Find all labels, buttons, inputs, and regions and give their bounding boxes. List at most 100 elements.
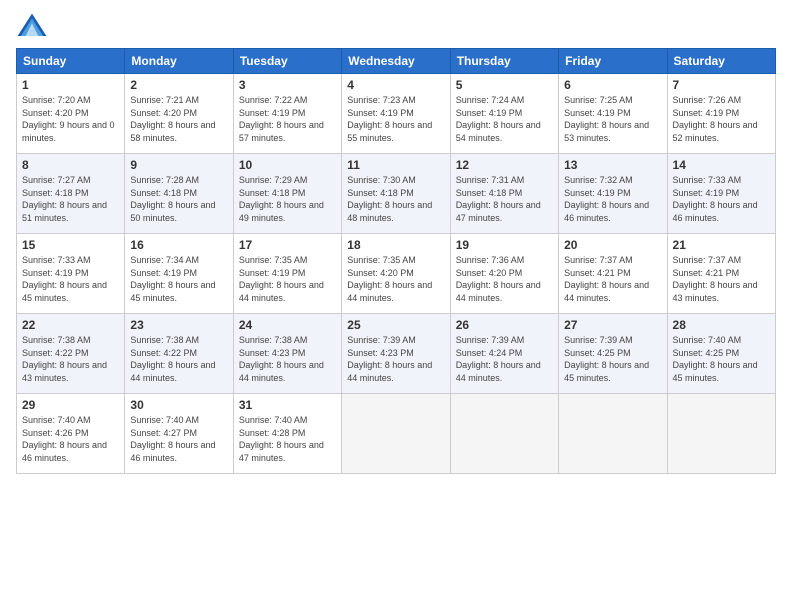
day-number: 22 [22, 318, 119, 332]
week-row-5: 29 Sunrise: 7:40 AMSunset: 4:26 PMDayligh… [17, 394, 776, 474]
cell-details: Sunrise: 7:33 AMSunset: 4:19 PMDaylight:… [22, 255, 107, 303]
day-number: 24 [239, 318, 336, 332]
cell-details: Sunrise: 7:39 AMSunset: 4:24 PMDaylight:… [456, 335, 541, 383]
day-header-thursday: Thursday [450, 49, 558, 74]
logo [16, 12, 52, 40]
cell-details: Sunrise: 7:40 AMSunset: 4:25 PMDaylight:… [673, 335, 758, 383]
day-number: 28 [673, 318, 770, 332]
calendar-cell: 22Sunrise: 7:38 AMSunset: 4:22 PMDayligh… [17, 314, 125, 394]
calendar-cell: 9 Sunrise: 7:28 AMSunset: 4:18 PMDaylight… [125, 154, 233, 234]
calendar-cell: 18 Sunrise: 7:35 AMSunset: 4:20 PMDayligh… [342, 234, 450, 314]
calendar-table: SundayMondayTuesdayWednesdayThursdayFrid… [16, 48, 776, 474]
day-number: 23 [130, 318, 227, 332]
calendar-cell: 8 Sunrise: 7:27 AMSunset: 4:18 PMDaylight… [17, 154, 125, 234]
day-number: 20 [564, 238, 661, 252]
cell-details: Sunrise: 7:24 AMSunset: 4:19 PMDaylight:… [456, 95, 541, 143]
day-number: 18 [347, 238, 444, 252]
day-number: 19 [456, 238, 553, 252]
calendar-cell: 16 Sunrise: 7:34 AMSunset: 4:19 PMDayligh… [125, 234, 233, 314]
day-number: 30 [130, 398, 227, 412]
cell-details: Sunrise: 7:33 AMSunset: 4:19 PMDaylight:… [673, 175, 758, 223]
day-number: 1 [22, 78, 119, 92]
day-number: 7 [673, 78, 770, 92]
calendar-cell: 14 Sunrise: 7:33 AMSunset: 4:19 PMDayligh… [667, 154, 775, 234]
calendar-cell: 12 Sunrise: 7:31 AMSunset: 4:18 PMDayligh… [450, 154, 558, 234]
cell-details: Sunrise: 7:30 AMSunset: 4:18 PMDaylight:… [347, 175, 432, 223]
cell-details: Sunrise: 7:38 AMSunset: 4:22 PMDaylight:… [130, 335, 215, 383]
day-number: 14 [673, 158, 770, 172]
calendar-cell: 5 Sunrise: 7:24 AMSunset: 4:19 PMDaylight… [450, 74, 558, 154]
calendar-cell: 24 Sunrise: 7:38 AMSunset: 4:23 PMDayligh… [233, 314, 341, 394]
header [16, 12, 776, 40]
calendar-cell: 11 Sunrise: 7:30 AMSunset: 4:18 PMDayligh… [342, 154, 450, 234]
calendar-cell: 27 Sunrise: 7:39 AMSunset: 4:25 PMDayligh… [559, 314, 667, 394]
day-number: 29 [22, 398, 119, 412]
cell-details: Sunrise: 7:39 AMSunset: 4:23 PMDaylight:… [347, 335, 432, 383]
calendar-cell [667, 394, 775, 474]
day-header-saturday: Saturday [667, 49, 775, 74]
day-number: 31 [239, 398, 336, 412]
day-number: 10 [239, 158, 336, 172]
day-number: 17 [239, 238, 336, 252]
cell-details: Sunrise: 7:39 AMSunset: 4:25 PMDaylight:… [564, 335, 649, 383]
day-number: 27 [564, 318, 661, 332]
week-row-3: 15 Sunrise: 7:33 AMSunset: 4:19 PMDayligh… [17, 234, 776, 314]
day-number: 26 [456, 318, 553, 332]
calendar-cell: 28 Sunrise: 7:40 AMSunset: 4:25 PMDayligh… [667, 314, 775, 394]
day-header-friday: Friday [559, 49, 667, 74]
cell-details: Sunrise: 7:20 AMSunset: 4:20 PMDaylight:… [22, 95, 115, 143]
cell-details: Sunrise: 7:34 AMSunset: 4:19 PMDaylight:… [130, 255, 215, 303]
cell-details: Sunrise: 7:28 AMSunset: 4:18 PMDaylight:… [130, 175, 215, 223]
cell-details: Sunrise: 7:40 AMSunset: 4:26 PMDaylight:… [22, 415, 107, 463]
logo-icon [16, 12, 48, 40]
calendar-cell: 6Sunrise: 7:25 AMSunset: 4:19 PMDaylight… [559, 74, 667, 154]
day-header-tuesday: Tuesday [233, 49, 341, 74]
calendar-cell: 20 Sunrise: 7:37 AMSunset: 4:21 PMDayligh… [559, 234, 667, 314]
day-header-monday: Monday [125, 49, 233, 74]
calendar-cell [559, 394, 667, 474]
cell-details: Sunrise: 7:35 AMSunset: 4:19 PMDaylight:… [239, 255, 324, 303]
page-container: SundayMondayTuesdayWednesdayThursdayFrid… [0, 0, 792, 482]
day-number: 21 [673, 238, 770, 252]
cell-details: Sunrise: 7:21 AMSunset: 4:20 PMDaylight:… [130, 95, 215, 143]
day-number: 12 [456, 158, 553, 172]
calendar-cell: 7 Sunrise: 7:26 AMSunset: 4:19 PMDaylight… [667, 74, 775, 154]
calendar-cell: 31 Sunrise: 7:40 AMSunset: 4:28 PMDayligh… [233, 394, 341, 474]
cell-details: Sunrise: 7:26 AMSunset: 4:19 PMDaylight:… [673, 95, 758, 143]
day-number: 15 [22, 238, 119, 252]
cell-details: Sunrise: 7:40 AMSunset: 4:28 PMDaylight:… [239, 415, 324, 463]
calendar-body: 1 Sunrise: 7:20 AMSunset: 4:20 PMDaylight… [17, 74, 776, 474]
calendar-cell: 15 Sunrise: 7:33 AMSunset: 4:19 PMDayligh… [17, 234, 125, 314]
calendar-cell: 25Sunrise: 7:39 AMSunset: 4:23 PMDayligh… [342, 314, 450, 394]
day-number: 8 [22, 158, 119, 172]
calendar-header-row: SundayMondayTuesdayWednesdayThursdayFrid… [17, 49, 776, 74]
week-row-4: 22 Sunrise: 7:38 AMSunset: 4:22 PMDayligh… [17, 314, 776, 394]
cell-details: Sunrise: 7:27 AMSunset: 4:18 PMDaylight:… [22, 175, 107, 223]
day-header-wednesday: Wednesday [342, 49, 450, 74]
calendar-cell: 30Sunrise: 7:40 AMSunset: 4:27 PMDayligh… [125, 394, 233, 474]
day-number: 9 [130, 158, 227, 172]
cell-details: Sunrise: 7:37 AMSunset: 4:21 PMDaylight:… [673, 255, 758, 303]
cell-details: Sunrise: 7:35 AMSunset: 4:20 PMDaylight:… [347, 255, 432, 303]
day-number: 5 [456, 78, 553, 92]
day-header-sunday: Sunday [17, 49, 125, 74]
calendar-cell: 13Sunrise: 7:32 AMSunset: 4:19 PMDayligh… [559, 154, 667, 234]
calendar-cell: 3 Sunrise: 7:22 AMSunset: 4:19 PMDaylight… [233, 74, 341, 154]
calendar-cell: 1 Sunrise: 7:20 AMSunset: 4:20 PMDaylight… [17, 74, 125, 154]
calendar-cell: 19Sunrise: 7:36 AMSunset: 4:20 PMDayligh… [450, 234, 558, 314]
cell-details: Sunrise: 7:37 AMSunset: 4:21 PMDaylight:… [564, 255, 649, 303]
cell-details: Sunrise: 7:25 AMSunset: 4:19 PMDaylight:… [564, 95, 649, 143]
calendar-cell [342, 394, 450, 474]
cell-details: Sunrise: 7:22 AMSunset: 4:19 PMDaylight:… [239, 95, 324, 143]
cell-details: Sunrise: 7:23 AMSunset: 4:19 PMDaylight:… [347, 95, 432, 143]
cell-details: Sunrise: 7:31 AMSunset: 4:18 PMDaylight:… [456, 175, 541, 223]
day-number: 11 [347, 158, 444, 172]
cell-details: Sunrise: 7:38 AMSunset: 4:23 PMDaylight:… [239, 335, 324, 383]
calendar-cell: 29 Sunrise: 7:40 AMSunset: 4:26 PMDayligh… [17, 394, 125, 474]
calendar-cell: 23 Sunrise: 7:38 AMSunset: 4:22 PMDayligh… [125, 314, 233, 394]
day-number: 16 [130, 238, 227, 252]
week-row-1: 1 Sunrise: 7:20 AMSunset: 4:20 PMDaylight… [17, 74, 776, 154]
day-number: 3 [239, 78, 336, 92]
day-number: 13 [564, 158, 661, 172]
calendar-cell [450, 394, 558, 474]
